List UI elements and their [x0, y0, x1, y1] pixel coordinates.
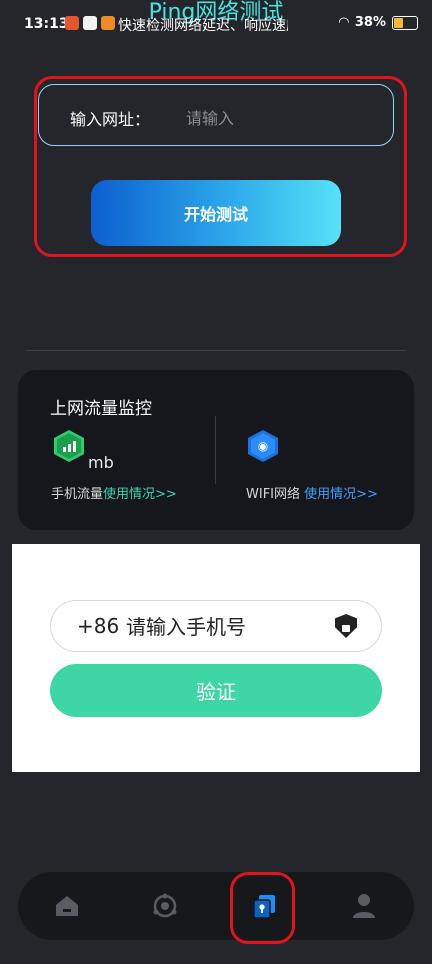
battery-icon — [392, 15, 418, 30]
battery-percent: 38% — [354, 15, 386, 30]
wifi-usage-label: WIFI网络 — [246, 487, 300, 502]
status-bar: 13:13 Ping网络测试 快速检测网络延迟、响应速度 ◠ 38% — [0, 0, 432, 52]
verify-button[interactable]: 验证 — [50, 664, 382, 717]
mobile-usage-link[interactable]: 使用情况>> — [103, 487, 177, 502]
nav-home[interactable] — [37, 876, 97, 936]
phone-verify-panel — [12, 544, 420, 772]
wifi-status-icon: ◠ — [338, 15, 349, 30]
mobile-data-unit: mb — [88, 453, 114, 472]
highlight-box-nav — [230, 872, 295, 944]
country-code: +86 — [77, 614, 120, 638]
vertical-separator — [215, 416, 216, 484]
highlight-box-url-test — [34, 76, 407, 257]
hub-icon — [153, 893, 177, 918]
user-icon — [353, 894, 375, 918]
divider — [26, 350, 406, 351]
mobile-usage-label: 手机流量 — [51, 487, 104, 502]
nav-hub[interactable] — [135, 876, 195, 936]
status-marquee-text: 快速检测网络延迟、响应速度 — [118, 18, 288, 34]
status-right: ◠ 38% — [339, 15, 418, 30]
monitor-title: 上网流量监控 — [50, 399, 152, 419]
home-icon — [56, 896, 78, 916]
wifi-usage: WIFI网络 使用情况>> — [246, 483, 378, 502]
phone-input[interactable] — [124, 612, 328, 642]
mobile-usage: 手机流量使用情况>> — [51, 483, 177, 502]
wifi-usage-link[interactable]: 使用情况>> — [304, 487, 378, 502]
nav-user[interactable] — [334, 876, 394, 936]
mobile-unit-label: mb — [88, 453, 114, 472]
